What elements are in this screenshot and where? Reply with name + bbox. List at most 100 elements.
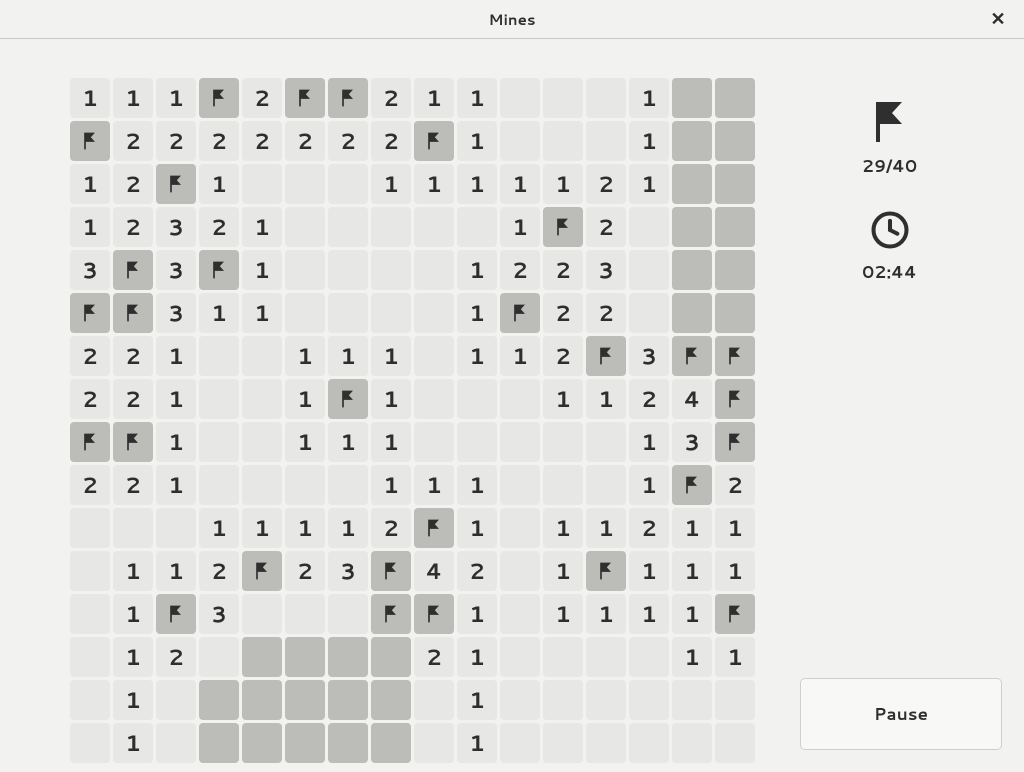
cell-r10-c9[interactable]: 1 — [457, 508, 497, 548]
cell-r3-c11[interactable] — [543, 207, 583, 247]
cell-r12-c6[interactable] — [328, 594, 368, 634]
cell-r10-c1[interactable] — [113, 508, 153, 548]
cell-r12-c3[interactable]: 3 — [199, 594, 239, 634]
cell-r9-c7[interactable]: 1 — [371, 465, 411, 505]
cell-r1-c2[interactable]: 2 — [156, 121, 196, 161]
cell-r11-c13[interactable]: 1 — [629, 551, 669, 591]
cell-r2-c3[interactable]: 1 — [199, 164, 239, 204]
cell-r10-c6[interactable]: 1 — [328, 508, 368, 548]
cell-r15-c4[interactable] — [242, 723, 282, 763]
cell-r7-c1[interactable]: 2 — [113, 379, 153, 419]
cell-r13-c1[interactable]: 1 — [113, 637, 153, 677]
cell-r5-c1[interactable] — [113, 293, 153, 333]
cell-r12-c15[interactable] — [715, 594, 755, 634]
cell-r15-c14[interactable] — [672, 723, 712, 763]
cell-r11-c12[interactable] — [586, 551, 626, 591]
cell-r4-c3[interactable] — [199, 250, 239, 290]
cell-r8-c11[interactable] — [543, 422, 583, 462]
cell-r10-c8[interactable] — [414, 508, 454, 548]
cell-r13-c10[interactable] — [500, 637, 540, 677]
cell-r15-c1[interactable]: 1 — [113, 723, 153, 763]
cell-r4-c13[interactable] — [629, 250, 669, 290]
cell-r7-c7[interactable]: 1 — [371, 379, 411, 419]
cell-r8-c5[interactable]: 1 — [285, 422, 325, 462]
cell-r5-c7[interactable] — [371, 293, 411, 333]
cell-r6-c9[interactable]: 1 — [457, 336, 497, 376]
cell-r4-c5[interactable] — [285, 250, 325, 290]
cell-r14-c15[interactable] — [715, 680, 755, 720]
cell-r13-c6[interactable] — [328, 637, 368, 677]
cell-r6-c8[interactable] — [414, 336, 454, 376]
cell-r2-c1[interactable]: 2 — [113, 164, 153, 204]
cell-r0-c12[interactable] — [586, 78, 626, 118]
cell-r3-c2[interactable]: 3 — [156, 207, 196, 247]
cell-r8-c2[interactable]: 1 — [156, 422, 196, 462]
cell-r1-c15[interactable] — [715, 121, 755, 161]
cell-r1-c14[interactable] — [672, 121, 712, 161]
cell-r2-c14[interactable] — [672, 164, 712, 204]
cell-r14-c0[interactable] — [70, 680, 110, 720]
cell-r6-c14[interactable] — [672, 336, 712, 376]
cell-r15-c15[interactable] — [715, 723, 755, 763]
cell-r5-c3[interactable]: 1 — [199, 293, 239, 333]
cell-r3-c0[interactable]: 1 — [70, 207, 110, 247]
cell-r13-c7[interactable] — [371, 637, 411, 677]
cell-r13-c9[interactable]: 1 — [457, 637, 497, 677]
cell-r12-c2[interactable] — [156, 594, 196, 634]
cell-r11-c11[interactable]: 1 — [543, 551, 583, 591]
cell-r12-c1[interactable]: 1 — [113, 594, 153, 634]
cell-r2-c2[interactable] — [156, 164, 196, 204]
cell-r9-c2[interactable]: 1 — [156, 465, 196, 505]
cell-r1-c7[interactable]: 2 — [371, 121, 411, 161]
cell-r9-c14[interactable] — [672, 465, 712, 505]
cell-r0-c8[interactable]: 1 — [414, 78, 454, 118]
cell-r3-c9[interactable] — [457, 207, 497, 247]
cell-r6-c7[interactable]: 1 — [371, 336, 411, 376]
cell-r6-c15[interactable] — [715, 336, 755, 376]
cell-r15-c11[interactable] — [543, 723, 583, 763]
cell-r1-c9[interactable]: 1 — [457, 121, 497, 161]
cell-r11-c14[interactable]: 1 — [672, 551, 712, 591]
cell-r2-c4[interactable] — [242, 164, 282, 204]
cell-r2-c6[interactable] — [328, 164, 368, 204]
cell-r15-c8[interactable] — [414, 723, 454, 763]
cell-r10-c7[interactable]: 2 — [371, 508, 411, 548]
cell-r13-c5[interactable] — [285, 637, 325, 677]
pause-button[interactable]: Pause — [800, 678, 1002, 750]
cell-r15-c6[interactable] — [328, 723, 368, 763]
cell-r0-c4[interactable]: 2 — [242, 78, 282, 118]
cell-r15-c0[interactable] — [70, 723, 110, 763]
cell-r9-c3[interactable] — [199, 465, 239, 505]
cell-r7-c0[interactable]: 2 — [70, 379, 110, 419]
cell-r7-c8[interactable] — [414, 379, 454, 419]
cell-r12-c9[interactable]: 1 — [457, 594, 497, 634]
cell-r4-c1[interactable] — [113, 250, 153, 290]
cell-r11-c10[interactable] — [500, 551, 540, 591]
cell-r5-c12[interactable]: 2 — [586, 293, 626, 333]
cell-r1-c12[interactable] — [586, 121, 626, 161]
cell-r9-c4[interactable] — [242, 465, 282, 505]
cell-r15-c3[interactable] — [199, 723, 239, 763]
cell-r13-c2[interactable]: 2 — [156, 637, 196, 677]
cell-r3-c12[interactable]: 2 — [586, 207, 626, 247]
cell-r4-c7[interactable] — [371, 250, 411, 290]
cell-r0-c10[interactable] — [500, 78, 540, 118]
cell-r1-c10[interactable] — [500, 121, 540, 161]
cell-r8-c0[interactable] — [70, 422, 110, 462]
cell-r6-c1[interactable]: 2 — [113, 336, 153, 376]
cell-r3-c14[interactable] — [672, 207, 712, 247]
cell-r0-c9[interactable]: 1 — [457, 78, 497, 118]
cell-r3-c3[interactable]: 2 — [199, 207, 239, 247]
cell-r14-c8[interactable] — [414, 680, 454, 720]
cell-r14-c14[interactable] — [672, 680, 712, 720]
cell-r9-c0[interactable]: 2 — [70, 465, 110, 505]
cell-r14-c12[interactable] — [586, 680, 626, 720]
cell-r10-c13[interactable]: 2 — [629, 508, 669, 548]
cell-r7-c14[interactable]: 4 — [672, 379, 712, 419]
cell-r4-c10[interactable]: 2 — [500, 250, 540, 290]
cell-r0-c5[interactable] — [285, 78, 325, 118]
cell-r1-c4[interactable]: 2 — [242, 121, 282, 161]
cell-r10-c3[interactable]: 1 — [199, 508, 239, 548]
cell-r4-c4[interactable]: 1 — [242, 250, 282, 290]
cell-r3-c13[interactable] — [629, 207, 669, 247]
